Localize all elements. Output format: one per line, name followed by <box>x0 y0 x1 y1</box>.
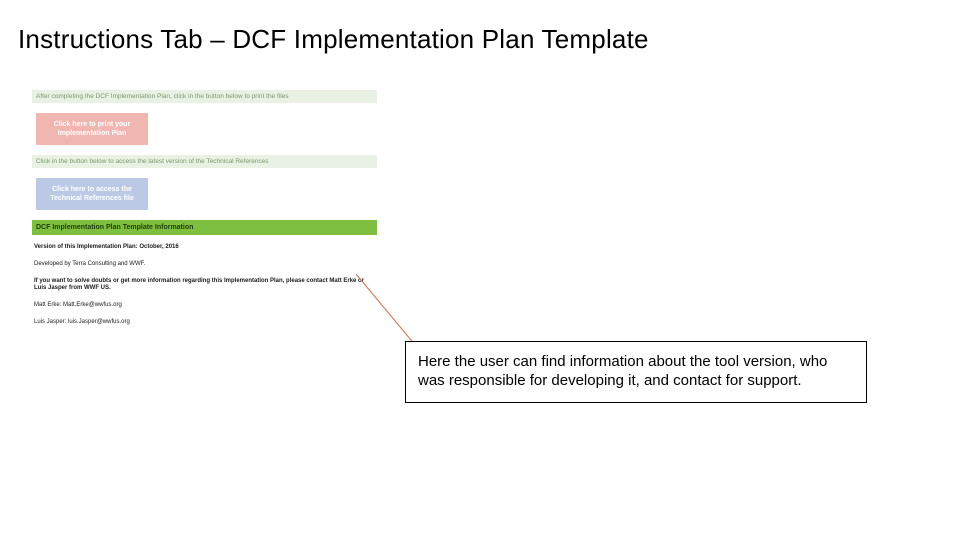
info-developed-by: Developed by Terra Consulting and WWF. <box>32 258 377 269</box>
info-contact: If you want to solve doubts or get more … <box>32 275 377 294</box>
slide: Instructions Tab – DCF Implementation Pl… <box>0 0 960 540</box>
hint-print: After completing the DCF Implementation … <box>32 90 377 103</box>
info-email-2: Luis Jasper: luis.Jasper@wwfus.org <box>32 316 377 327</box>
page-title: Instructions Tab – DCF Implementation Pl… <box>18 24 649 55</box>
instructions-panel: After completing the DCF Implementation … <box>32 90 377 327</box>
hint-ref: Click in the button below to access the … <box>32 155 377 168</box>
print-plan-button[interactable]: Click here to print your Implementation … <box>36 113 148 145</box>
callout-box: Here the user can find information about… <box>405 341 867 403</box>
template-info-header: DCF Implementation Plan Template Informa… <box>32 220 377 235</box>
info-email-1: Matt Erke: Matt.Erke@wwfus.org <box>32 299 377 310</box>
info-version: Version of this Implementation Plan: Oct… <box>32 241 377 252</box>
technical-references-button[interactable]: Click here to access the Technical Refer… <box>36 178 148 210</box>
